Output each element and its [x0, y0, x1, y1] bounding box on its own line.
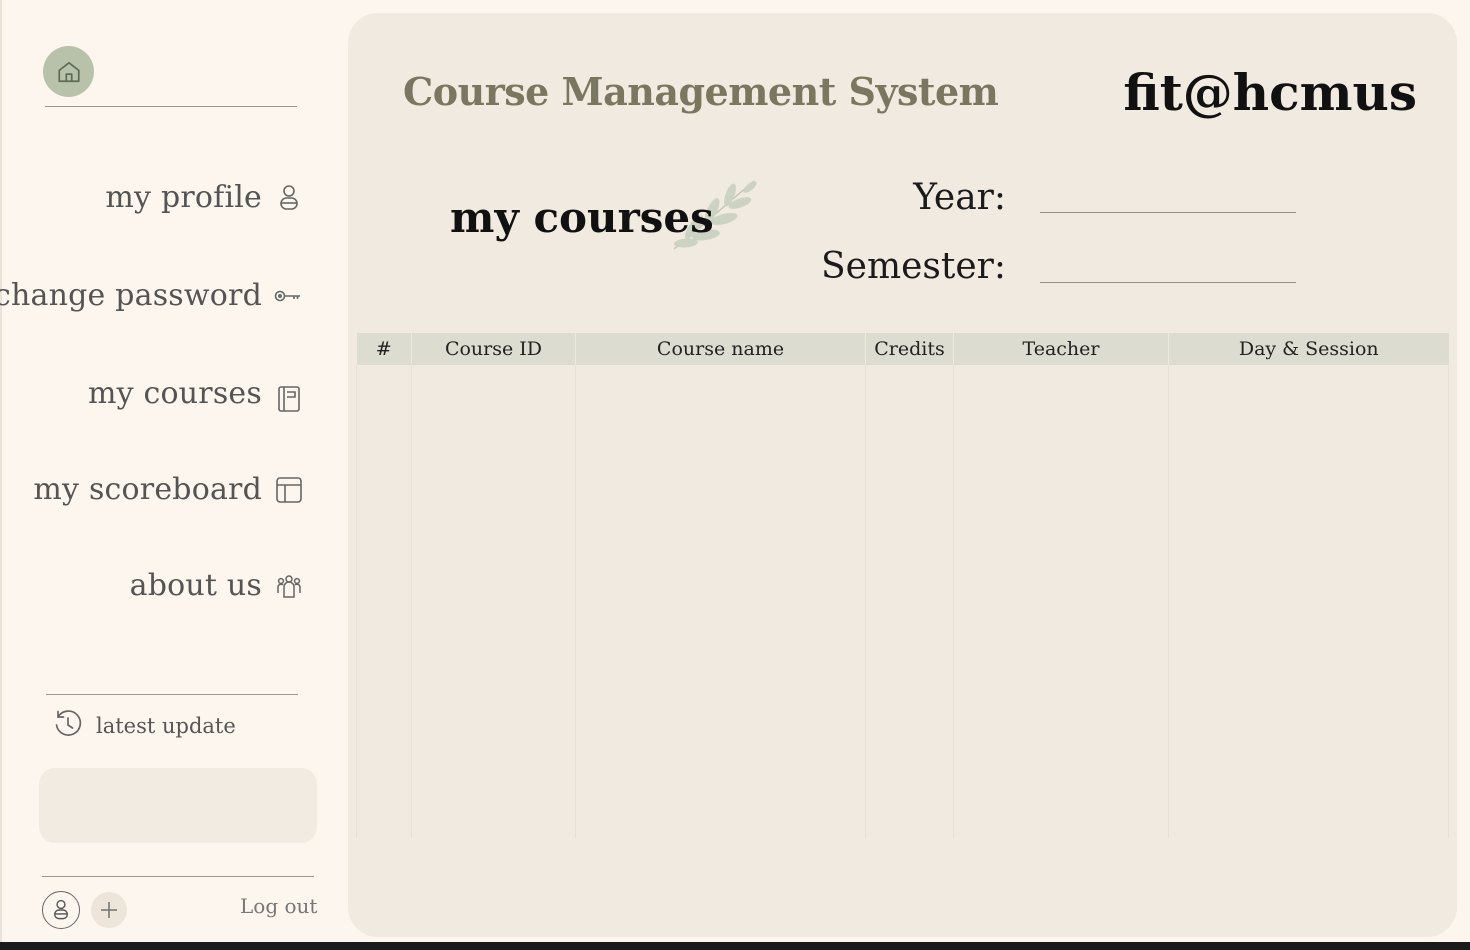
page-title: my courses — [450, 193, 714, 242]
column-header-teacher[interactable]: Teacher — [953, 333, 1169, 365]
main-panel: Course Management System fit@hcmus my co… — [348, 13, 1457, 937]
table-cell — [1168, 365, 1449, 838]
sidebar-item-my-profile[interactable]: my profile — [105, 180, 304, 215]
app-title: Course Management System — [403, 69, 999, 114]
table-cell — [575, 365, 866, 838]
sidebar-item-my-scoreboard[interactable]: my scoreboard — [33, 472, 304, 507]
book-icon — [274, 384, 304, 414]
user-icon — [54, 899, 68, 920]
home-icon — [57, 61, 80, 82]
user-icon — [274, 183, 304, 213]
column-header-course-name[interactable]: Course name — [575, 333, 866, 365]
sidebar-item-label: change password — [0, 278, 262, 313]
add-button[interactable] — [91, 892, 127, 928]
bottom-edge-bar — [0, 942, 1470, 950]
table-empty-body — [356, 365, 1449, 838]
logout-link[interactable]: Log out — [240, 894, 317, 918]
people-icon — [274, 571, 304, 601]
column-header-day-session[interactable]: Day & Session — [1169, 333, 1449, 365]
table-cell — [356, 365, 412, 838]
table-cell — [411, 365, 576, 838]
semester-field[interactable] — [1040, 250, 1296, 283]
sidebar-item-label: my scoreboard — [33, 472, 262, 507]
sidebar-item-label: my courses — [87, 375, 262, 411]
table-cell — [953, 365, 1169, 838]
sidebar-item-label: about us — [129, 568, 262, 603]
home-button[interactable] — [43, 46, 94, 97]
latest-update-label: latest update — [96, 714, 236, 738]
year-field[interactable] — [1040, 180, 1296, 213]
sidebar-item-my-courses[interactable]: my courses — [88, 372, 304, 414]
latest-update-header: latest update — [52, 708, 236, 744]
sidebar-item-label: my profile — [105, 180, 262, 215]
table-cell — [865, 365, 954, 838]
layout-icon — [274, 475, 304, 505]
plus-icon — [101, 902, 117, 918]
table-header-row: # Course ID Course name Credits Teacher … — [356, 333, 1449, 365]
column-header-credits[interactable]: Credits — [865, 333, 954, 365]
courses-table: # Course ID Course name Credits Teacher … — [356, 333, 1449, 838]
column-header-course-id[interactable]: Course ID — [411, 333, 576, 365]
sidebar-divider-middle — [46, 694, 298, 695]
brand-logo-text: fit@hcmus — [1123, 63, 1417, 122]
sidebar-divider-top — [45, 106, 297, 107]
latest-update-panel — [39, 768, 317, 843]
column-header-number[interactable]: # — [356, 333, 412, 365]
history-icon — [52, 708, 84, 744]
key-icon — [274, 281, 302, 311]
sidebar-divider-bottom — [42, 876, 314, 877]
sidebar-item-about-us[interactable]: about us — [130, 568, 304, 603]
account-button[interactable] — [42, 891, 80, 929]
app-window: my profile change password my courses my… — [0, 0, 1470, 942]
sidebar-item-change-password[interactable]: change password — [0, 278, 302, 313]
